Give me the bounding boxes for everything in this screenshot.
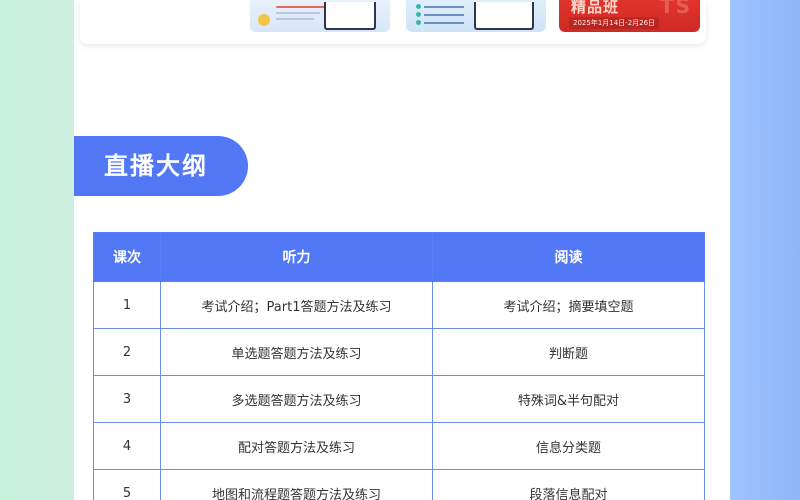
cell-reading: 考试介绍；摘要填空题 (432, 281, 705, 329)
header-lesson-no: 课次 (93, 232, 161, 282)
cell-lesson-no: 3 (93, 375, 161, 423)
cell-reading: 判断题 (432, 328, 705, 376)
promo-date: 2025年1月14日-2月26日 (569, 17, 660, 29)
table-row: 3 多选题答题方法及练习 特殊词&半句配对 (93, 375, 705, 423)
cell-lesson-no: 4 (93, 422, 161, 470)
promo-title: 精品班 (571, 0, 620, 16)
course-promo-card: TS 精品班 2025年1月14日-2月26日 (80, 0, 706, 44)
cell-reading: 信息分类题 (432, 422, 705, 470)
laptop-icon (324, 2, 376, 30)
table-row: 2 单选题答题方法及练习 判断题 (93, 328, 705, 376)
table-row: 1 考试介绍；Part1答题方法及练习 考试介绍；摘要填空题 (93, 281, 705, 329)
header-listening: 听力 (160, 232, 433, 282)
content-column: TS 精品班 2025年1月14日-2月26日 直播大纲 课次 听力 阅读 1 … (74, 0, 730, 500)
promo-thumbnail-3[interactable]: TS 精品班 2025年1月14日-2月26日 (559, 0, 700, 32)
cell-lesson-no: 2 (93, 328, 161, 376)
table-header-row: 课次 听力 阅读 (93, 232, 705, 282)
live-outline-table: 课次 听力 阅读 1 考试介绍；Part1答题方法及练习 考试介绍；摘要填空题 … (93, 232, 705, 500)
cell-listening: 单选题答题方法及练习 (160, 328, 433, 376)
cell-listening: 考试介绍；Part1答题方法及练习 (160, 281, 433, 329)
laptop-icon (474, 2, 534, 30)
cell-lesson-no: 5 (93, 469, 161, 500)
cell-listening: 多选题答题方法及练习 (160, 375, 433, 423)
promo-thumbnail-1[interactable] (250, 0, 390, 32)
table-row: 4 配对答题方法及练习 信息分类题 (93, 422, 705, 470)
header-reading: 阅读 (432, 232, 705, 282)
cell-listening: 地图和流程题答题方法及练习 (160, 469, 433, 500)
table-row: 5 地图和流程题答题方法及练习 段落信息配对 (93, 469, 705, 500)
page: TS 精品班 2025年1月14日-2月26日 直播大纲 课次 听力 阅读 1 … (0, 0, 800, 500)
sticker-icon (258, 14, 270, 26)
section-title-live-outline: 直播大纲 (74, 136, 248, 196)
cell-listening: 配对答题方法及练习 (160, 422, 433, 470)
cell-reading: 段落信息配对 (432, 469, 705, 500)
promo-bg-text: TS (659, 0, 692, 18)
promo-thumbnail-2[interactable] (406, 0, 546, 32)
cell-reading: 特殊词&半句配对 (432, 375, 705, 423)
cell-lesson-no: 1 (93, 281, 161, 329)
